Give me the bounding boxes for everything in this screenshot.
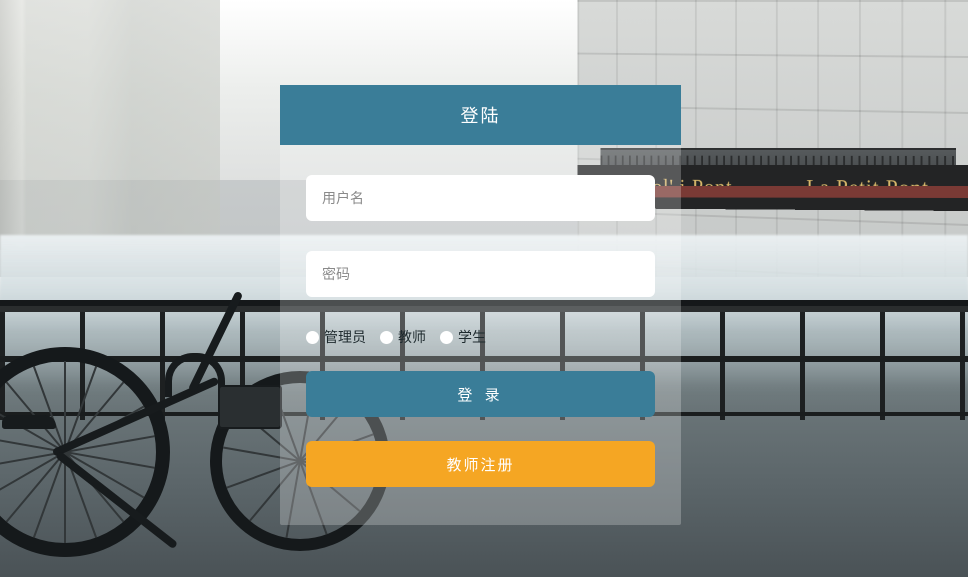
bike-handlebars: [165, 353, 225, 397]
bike-basket: [218, 385, 282, 429]
login-card: 登陆 管理员 教师 学生 登 录 教师注册: [280, 85, 681, 525]
bg-building-left: [0, 0, 220, 250]
teacher-register-button[interactable]: 教师注册: [306, 441, 655, 487]
role-option-admin[interactable]: 管理员: [306, 327, 366, 347]
username-input[interactable]: [306, 175, 655, 221]
password-input[interactable]: [306, 251, 655, 297]
role-label: 学生: [458, 327, 486, 347]
role-radio-teacher[interactable]: [380, 331, 393, 344]
card-title: 登陆: [280, 85, 681, 145]
role-label: 管理员: [324, 327, 366, 347]
role-option-student[interactable]: 学生: [440, 327, 486, 347]
role-radio-admin[interactable]: [306, 331, 319, 344]
login-button[interactable]: 登 录: [306, 371, 655, 417]
role-option-teacher[interactable]: 教师: [380, 327, 426, 347]
role-radio-student[interactable]: [440, 331, 453, 344]
role-label: 教师: [398, 327, 426, 347]
bike-seat: [2, 415, 56, 429]
card-body: 管理员 教师 学生 登 录 教师注册: [280, 145, 681, 487]
role-radio-group: 管理员 教师 学生: [306, 327, 655, 347]
